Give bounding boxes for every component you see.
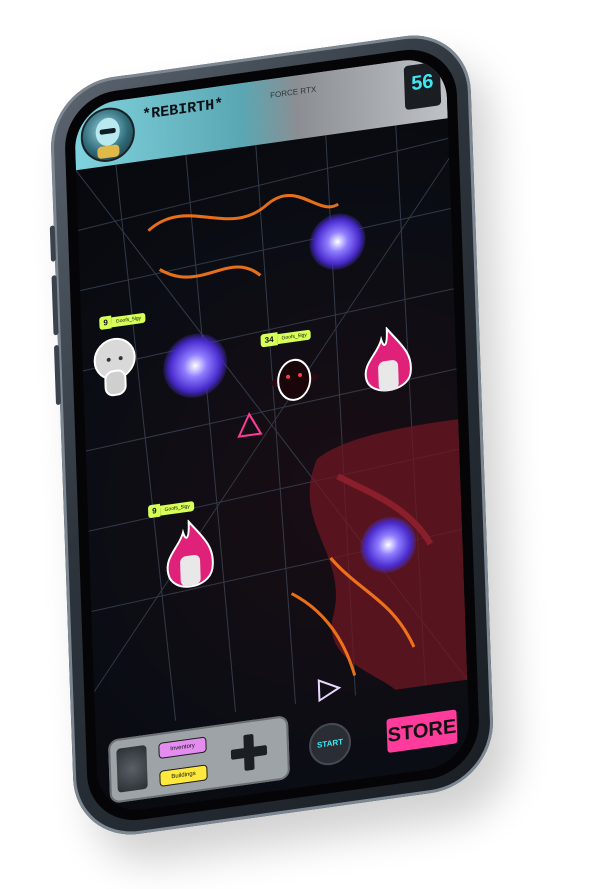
map-thumbnail[interactable] [116,744,148,793]
game-subtitle: FORCE RTX [269,84,317,101]
phone-frame: *REBIRTH* FORCE RTX 56 9 Goofs_5lgy 34 G… [48,27,496,843]
devil-character[interactable] [263,346,325,423]
phone-bezel: *REBIRTH* FORCE RTX 56 9 Goofs_5lgy 34 G… [63,43,481,827]
player-avatar[interactable] [79,104,136,166]
volume-up-button [49,225,57,262]
silent-switch [53,344,62,406]
city-map[interactable]: 9 Goofs_5lgy 34 Goofs_5lgy 9 Goofs_5lgy [75,118,468,732]
dpad-icon[interactable] [228,730,269,775]
inventory-button[interactable]: Inventory [158,736,207,760]
fire-spirit-left[interactable] [161,516,220,608]
devil-icon [268,358,321,401]
ghost-character[interactable] [88,331,142,407]
player-tag-level: 9 [99,315,113,331]
start-button[interactable]: START [308,720,352,768]
player-level: 56 [403,61,442,111]
map-roads [75,125,468,721]
volume-down-button [51,275,59,336]
store-button[interactable]: STORE [386,709,458,754]
game-screen: *REBIRTH* FORCE RTX 56 9 Goofs_5lgy 34 G… [73,54,471,816]
control-panel: Inventory Buildings [107,714,291,804]
avatar-robot-icon [95,117,120,159]
player-tag-level: 34 [260,332,278,348]
fire-spirit-icon [364,326,412,392]
direction-arrow-center[interactable] [235,409,264,441]
ghost-icon [93,337,136,397]
buildings-button[interactable]: Buildings [159,764,208,787]
game-scene: *REBIRTH* FORCE RTX 56 9 Goofs_5lgy 34 G… [0,0,600,889]
game-title: *REBIRTH* [141,95,224,124]
fire-spirit-icon [166,518,214,588]
fire-spirit-right[interactable] [359,323,418,411]
player-tag-level: 9 [147,503,161,519]
